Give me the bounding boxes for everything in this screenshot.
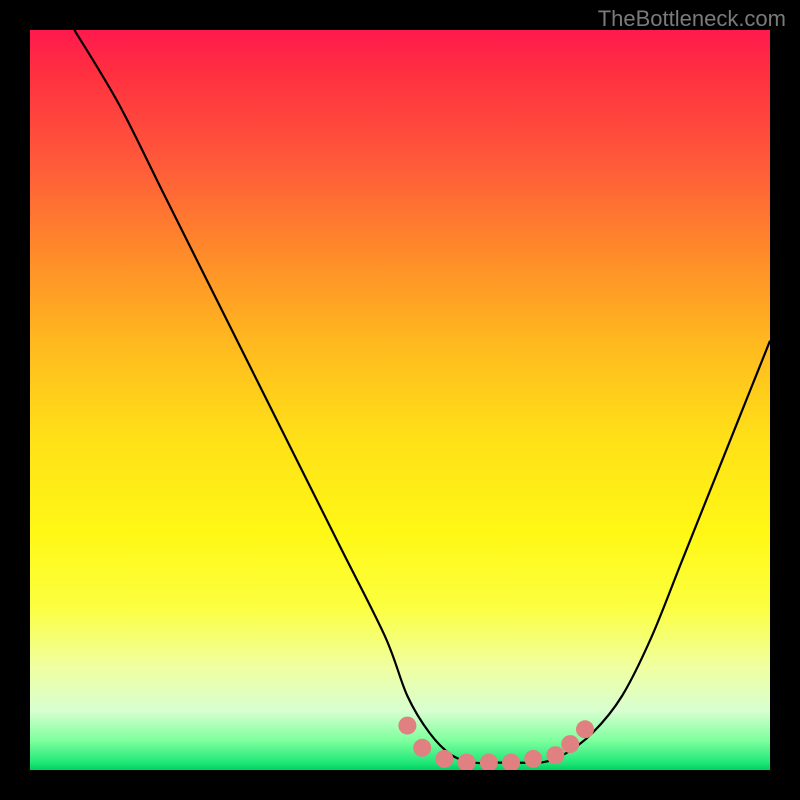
marker-dot — [524, 750, 542, 768]
marker-dot — [480, 754, 498, 770]
marker-dot — [561, 735, 579, 753]
marker-dot — [546, 746, 564, 764]
marker-dot — [435, 750, 453, 768]
marker-dot — [502, 754, 520, 770]
marker-dot — [576, 720, 594, 738]
marker-dot — [413, 739, 431, 757]
marker-dot — [398, 717, 416, 735]
marker-dot — [458, 754, 476, 770]
watermark-text: TheBottleneck.com — [598, 6, 786, 32]
plot-area — [30, 30, 770, 770]
highlight-markers — [398, 717, 594, 770]
bottleneck-curve-line — [74, 30, 770, 763]
chart-svg — [30, 30, 770, 770]
